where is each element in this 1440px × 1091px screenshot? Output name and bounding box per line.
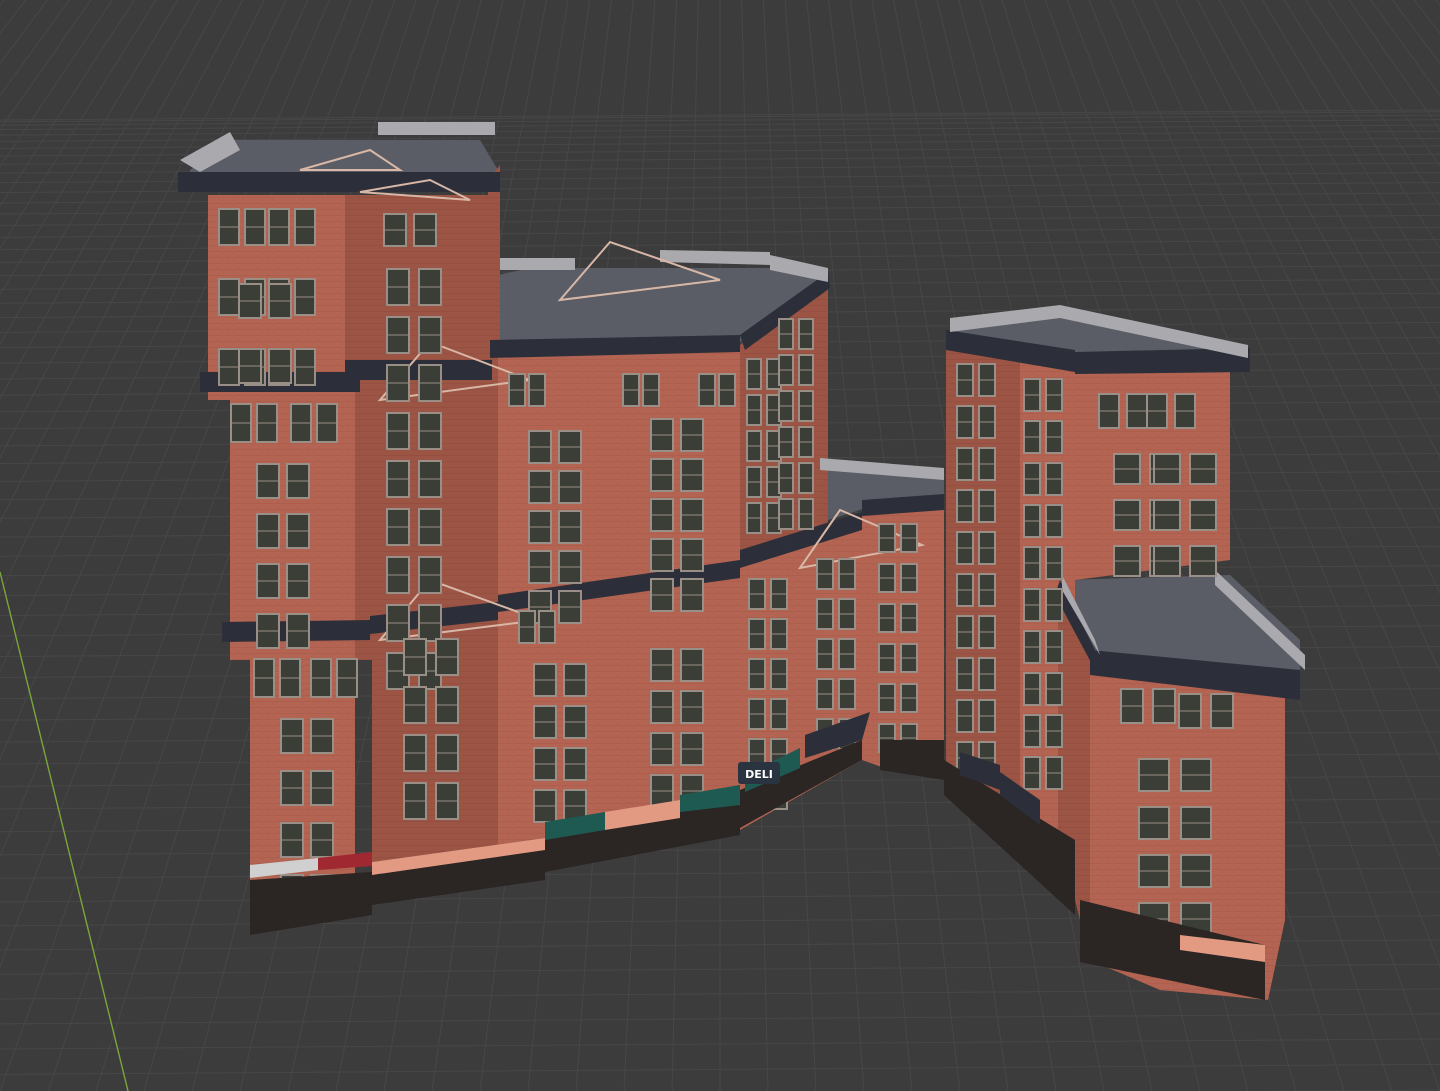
- shop-window: [880, 740, 944, 780]
- cornice-band: [178, 172, 500, 192]
- 3d-viewport[interactable]: DELI: [0, 0, 1440, 1091]
- shop-window: [250, 872, 372, 935]
- parapet: [378, 122, 495, 135]
- parapet: [500, 258, 575, 270]
- building-model[interactable]: DELI: [178, 122, 1305, 1000]
- facade-left-return: [488, 165, 500, 350]
- parapet: [660, 250, 770, 265]
- deli-sign-text: DELI: [745, 768, 773, 781]
- viewport-canvas[interactable]: DELI: [0, 0, 1440, 1091]
